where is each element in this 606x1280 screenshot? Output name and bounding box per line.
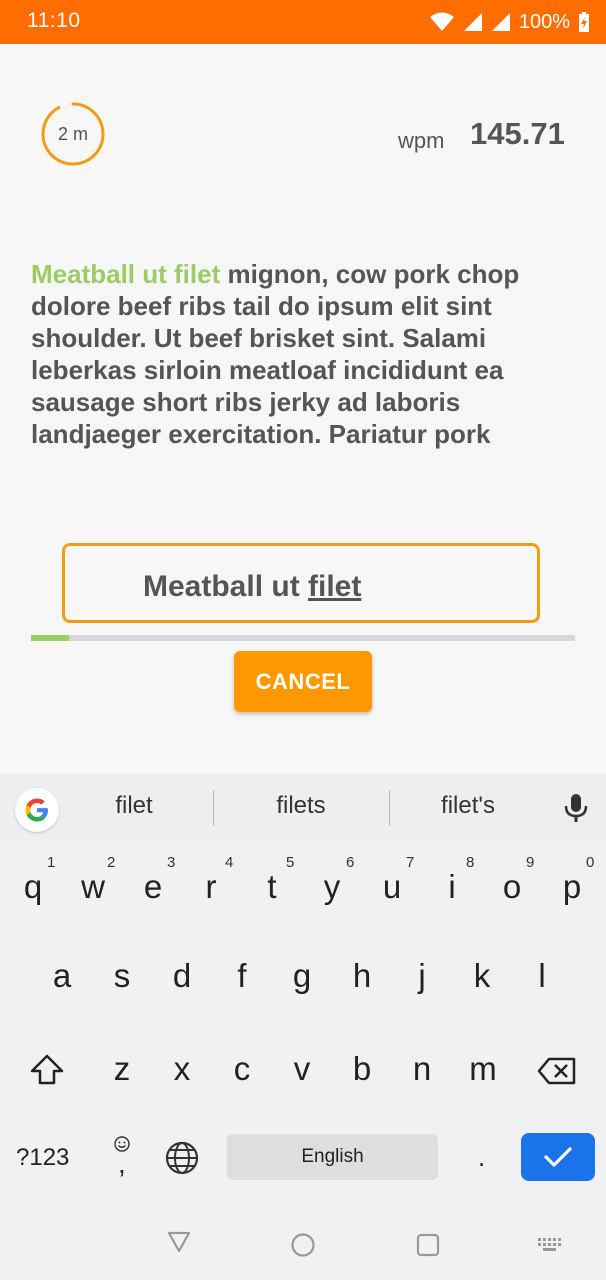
status-bar: 11:10 100%	[0, 0, 606, 44]
key-w[interactable]: w	[68, 868, 118, 906]
wifi-icon	[429, 12, 454, 31]
key-s[interactable]: s	[97, 957, 147, 995]
cancel-button[interactable]: CANCEL	[234, 651, 372, 712]
key-i[interactable]: i	[427, 868, 477, 906]
signal-icon	[463, 13, 482, 31]
home-circle-icon[interactable]	[290, 1232, 316, 1258]
backspace-icon[interactable]	[537, 1056, 577, 1086]
key-j[interactable]: j	[397, 957, 447, 995]
check-icon	[544, 1147, 572, 1167]
emoji-comma-key[interactable]: ,	[108, 1132, 138, 1182]
key-n[interactable]: n	[397, 1050, 447, 1088]
typing-input-value[interactable]: Meatball ut filet	[143, 570, 361, 604]
key-o[interactable]: o	[487, 868, 537, 906]
battery-charging-icon	[579, 12, 589, 32]
symbols-key[interactable]: ?123	[16, 1144, 69, 1172]
status-time: 11:10	[27, 9, 81, 32]
soft-keyboard: filet filets filet's 1q2w3e4r5t6y7u8i9o0…	[0, 774, 606, 1280]
key-q[interactable]: q	[8, 868, 58, 906]
key-d[interactable]: d	[157, 957, 207, 995]
key-p[interactable]: p	[547, 868, 597, 906]
typing-test-screen: 2 m wpm 145.71 Meatball ut filet mignon,…	[0, 44, 606, 774]
comma-label: ,	[118, 1148, 126, 1179]
key-h[interactable]: h	[337, 957, 387, 995]
key-c[interactable]: c	[217, 1050, 267, 1088]
key-v[interactable]: v	[277, 1050, 327, 1088]
progress-fill	[31, 635, 70, 641]
key-u[interactable]: u	[367, 868, 417, 906]
key-g[interactable]: g	[277, 957, 327, 995]
globe-icon[interactable]	[164, 1140, 200, 1176]
key-e[interactable]: e	[128, 868, 178, 906]
typing-input[interactable]: Meatball ut filet	[62, 543, 540, 623]
timer-ring: 2 m	[40, 101, 106, 167]
battery-percent: 100%	[518, 10, 570, 33]
status-icons: 100%	[429, 8, 590, 36]
key-y[interactable]: y	[307, 868, 357, 906]
key-k[interactable]: k	[457, 957, 507, 995]
typed-prefix: Meatball ut	[143, 570, 309, 603]
timer-label: 2 m	[57, 124, 88, 144]
key-b[interactable]: b	[337, 1050, 387, 1088]
key-t[interactable]: t	[247, 868, 297, 906]
suggestion-1[interactable]: filet	[84, 792, 184, 820]
space-bar[interactable]: English	[227, 1134, 438, 1180]
key-f[interactable]: f	[217, 957, 267, 995]
period-key[interactable]: .	[478, 1142, 485, 1173]
key-r[interactable]: r	[186, 868, 236, 906]
shift-icon[interactable]	[29, 1052, 65, 1088]
typed-text: Meatball ut filet	[31, 259, 221, 289]
key-x[interactable]: x	[157, 1050, 207, 1088]
key-a[interactable]: a	[37, 957, 87, 995]
google-logo-icon[interactable]	[15, 788, 59, 832]
signal-icon-2	[491, 13, 510, 31]
suggestion-bar: filet filets filet's	[0, 774, 606, 842]
suggestion-divider	[389, 790, 390, 826]
suggestion-divider	[213, 790, 214, 826]
progress-bar	[31, 635, 575, 641]
navigation-bar	[0, 1214, 606, 1280]
suggestion-2[interactable]: filets	[251, 792, 351, 820]
recents-square-icon[interactable]	[416, 1233, 440, 1257]
passage-text: Meatball ut filet mignon, cow pork chop …	[31, 258, 571, 450]
wpm-value: 145.71	[470, 116, 565, 151]
key-z[interactable]: z	[97, 1050, 147, 1088]
microphone-icon[interactable]	[562, 792, 590, 824]
back-triangle-icon[interactable]	[166, 1230, 192, 1254]
current-word: filet	[308, 570, 362, 603]
enter-button[interactable]	[521, 1133, 595, 1181]
key-l[interactable]: l	[517, 957, 567, 995]
wpm-label: wpm	[398, 128, 445, 153]
suggestion-3[interactable]: filet's	[418, 792, 518, 820]
keyboard-switch-icon[interactable]	[537, 1237, 563, 1253]
key-m[interactable]: m	[458, 1050, 508, 1088]
